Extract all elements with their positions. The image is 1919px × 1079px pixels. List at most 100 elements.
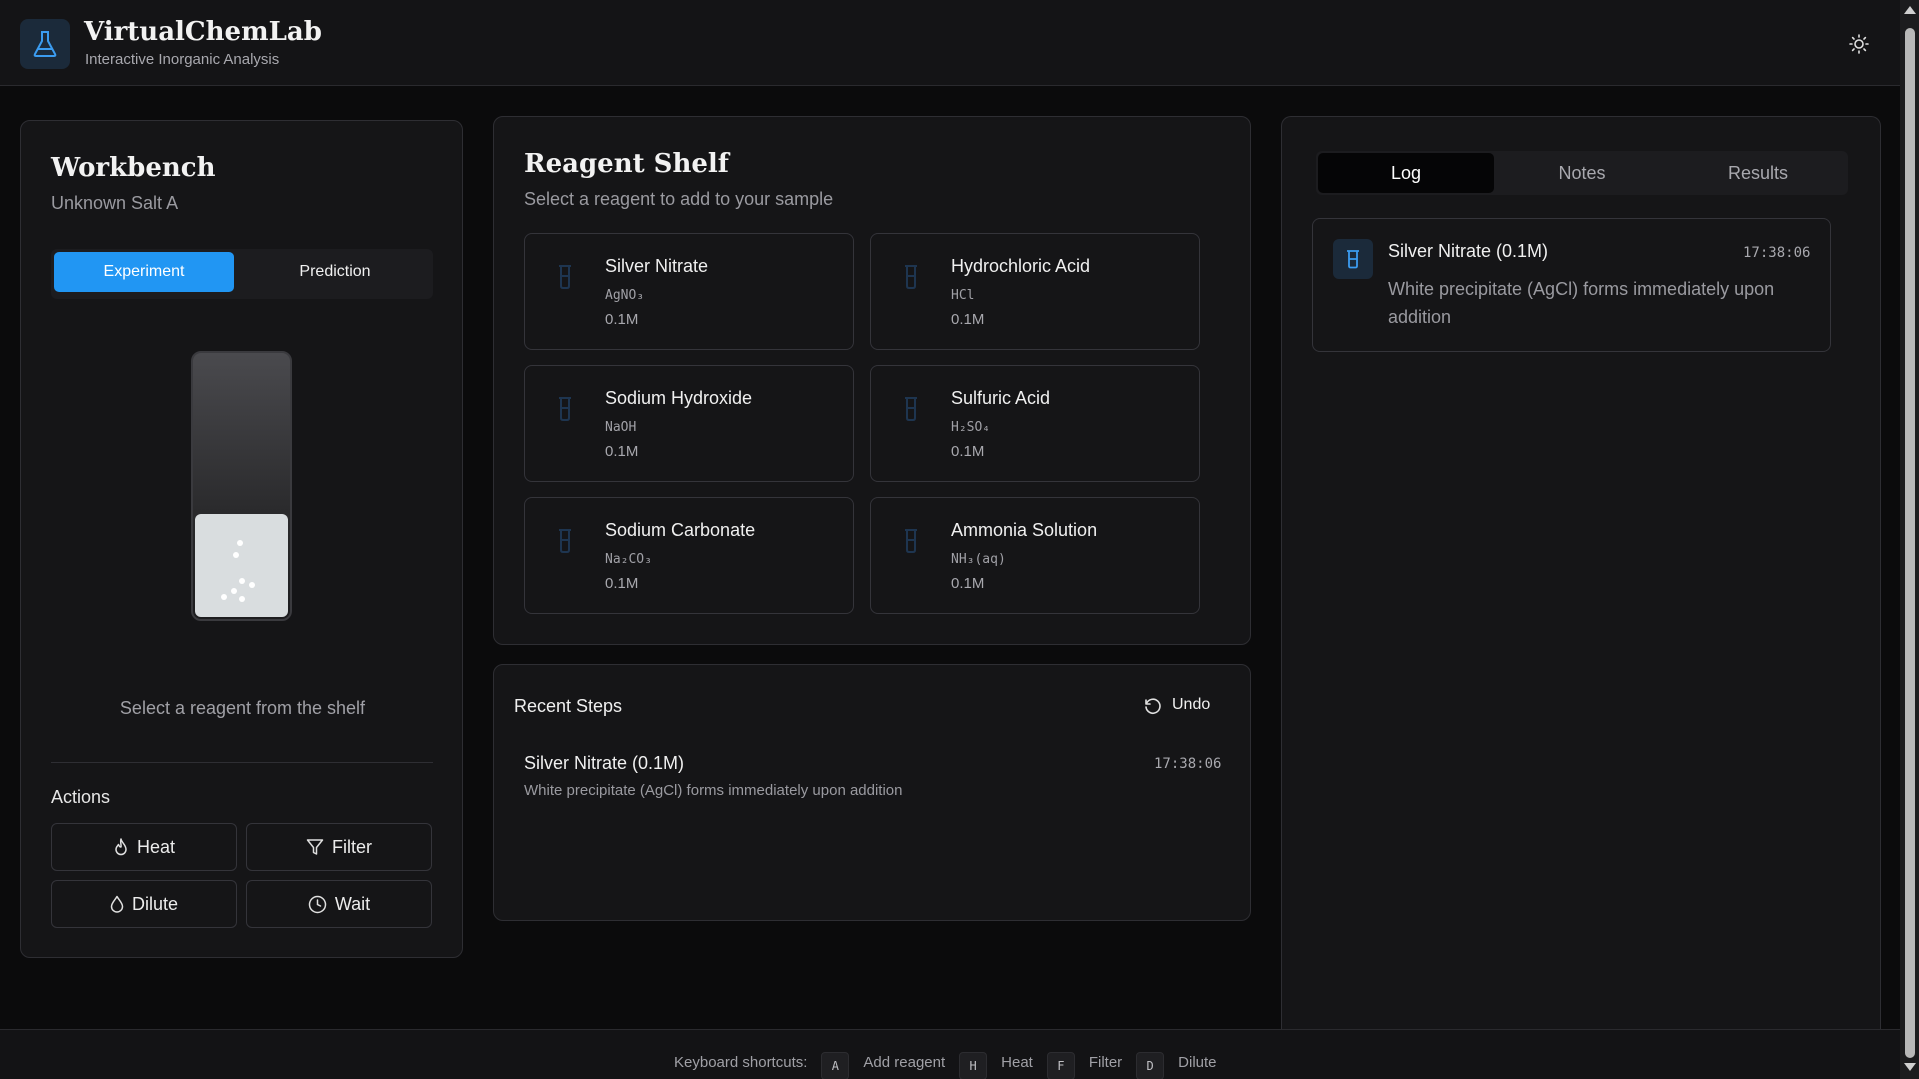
filter-button[interactable]: Filter: [246, 823, 432, 871]
filter-label: Filter: [332, 836, 372, 857]
test-tube-icon: [1333, 239, 1373, 279]
scroll-thumb[interactable]: [1905, 28, 1915, 1058]
reagent-name: Sodium Carbonate: [605, 520, 756, 540]
precipitate-particle: [221, 594, 227, 600]
dilute-label: Dilute: [131, 893, 179, 914]
test-tube-icon: [559, 265, 571, 289]
undo-label: Undo: [1172, 696, 1211, 713]
divider: [51, 762, 433, 763]
reagent-concentration: 0.1M: [605, 311, 639, 328]
log-entry-description: White precipitate (AgCl) forms immediate…: [1388, 279, 1775, 327]
test-tube: [191, 351, 292, 621]
shortcut-key: F: [1046, 1052, 1075, 1079]
test-tube-icon: [905, 265, 917, 289]
precipitate-particle: [233, 552, 239, 558]
heat-label: Heat: [136, 836, 176, 857]
log-entry-name: Silver Nitrate (0.1M): [1388, 241, 1549, 261]
workbench-title: Workbench: [51, 153, 216, 183]
precipitate-particle: [237, 540, 243, 546]
shortcut-action: Heat: [1001, 1053, 1033, 1071]
log-panel: Log Notes Results Silver Nitrate (0.1M) …: [1281, 116, 1881, 1066]
reagent-card-silver-nitrate[interactable]: Silver Nitrate AgNO₃ 0.1M: [524, 233, 854, 350]
reagent-name: Silver Nitrate: [605, 256, 709, 276]
test-tube-icon: [559, 397, 571, 421]
actions-label: Actions: [51, 787, 111, 807]
precipitate-particle: [249, 582, 255, 588]
shortcut-key: D: [1136, 1052, 1165, 1079]
precipitate-particle: [231, 588, 237, 594]
mode-experiment-button[interactable]: Experiment: [54, 252, 234, 292]
reagent-concentration: 0.1M: [951, 443, 985, 460]
scroll-up-arrow[interactable]: [1904, 6, 1916, 14]
reagent-card-sodium-hydroxide[interactable]: Sodium Hydroxide NaOH 0.1M: [524, 365, 854, 482]
reagent-concentration: 0.1M: [951, 311, 985, 328]
app-subtitle: Interactive Inorganic Analysis: [85, 51, 280, 68]
undo-icon: [1145, 698, 1161, 714]
reagent-concentration: 0.1M: [605, 443, 639, 460]
log-tabs: Log Notes Results: [1316, 151, 1848, 195]
flame-icon: [115, 838, 127, 856]
shortcut-label: Keyboard shortcuts:: [674, 1053, 808, 1071]
reagent-card-sulfuric-acid[interactable]: Sulfuric Acid H₂SO₄ 0.1M: [870, 365, 1200, 482]
reagent-card-hydrochloric-acid[interactable]: Hydrochloric Acid HCl 0.1M: [870, 233, 1200, 350]
reagent-name: Ammonia Solution: [951, 520, 1098, 540]
workbench-panel: Workbench Unknown Salt A Experiment Pred…: [20, 120, 463, 958]
test-tube-icon: [559, 529, 571, 553]
test-tube-icon: [905, 529, 917, 553]
shelf-subtitle: Select a reagent to add to your sample: [524, 189, 834, 209]
reagent-name: Sodium Hydroxide: [605, 388, 753, 408]
wait-button[interactable]: Wait: [246, 880, 432, 928]
reagent-formula: AgNO₃: [605, 288, 645, 303]
test-tube-icon: [905, 397, 917, 421]
shortcut-key: H: [959, 1052, 988, 1079]
undo-button[interactable]: Undo: [1142, 695, 1210, 715]
reagent-card-ammonia-solution[interactable]: Ammonia Solution NH₃(aq) 0.1M: [870, 497, 1200, 614]
wait-label: Wait: [334, 893, 371, 914]
step-description: White precipitate (AgCl) forms immediate…: [524, 782, 903, 799]
app-header: VirtualChemLab Interactive Inorganic Ana…: [0, 0, 1900, 86]
tab-results[interactable]: Results: [1670, 153, 1846, 193]
page-scrollbar[interactable]: [1900, 0, 1919, 1079]
shortcut-action: Add reagent: [863, 1053, 946, 1071]
reagent-shelf-panel: Reagent Shelf Select a reagent to add to…: [493, 116, 1251, 645]
droplet-icon: [110, 895, 124, 913]
flask-icon: [20, 19, 70, 69]
step-time: 17:38:06: [1154, 756, 1222, 772]
shortcut-list: Keyboard shortcuts: A Add reagent H Heat…: [674, 1044, 1217, 1079]
shortcut-action: Dilute: [1178, 1053, 1217, 1071]
reagent-formula: Na₂CO₃: [605, 552, 652, 567]
log-entry-time: 17:38:06: [1743, 245, 1811, 261]
precipitate-liquid: [195, 514, 288, 617]
reagent-formula: NaOH: [605, 420, 637, 435]
reagent-concentration: 0.1M: [605, 575, 639, 592]
mode-toggle: Experiment Prediction: [51, 249, 433, 299]
tab-notes[interactable]: Notes: [1494, 153, 1670, 193]
app-title: VirtualChemLab: [84, 17, 322, 47]
reagent-formula: NH₃(aq): [951, 552, 1006, 567]
reagent-name: Hydrochloric Acid: [951, 256, 1091, 276]
precipitate-particle: [239, 596, 245, 602]
shortcut-action: Filter: [1088, 1053, 1123, 1071]
recent-steps-title: Recent Steps: [514, 696, 623, 716]
shortcut-key: A: [821, 1052, 850, 1079]
funnel-icon: [306, 839, 324, 855]
shortcut-footer: Keyboard shortcuts: A Add reagent H Heat…: [0, 1029, 1900, 1079]
sample-name: Unknown Salt A: [51, 193, 179, 213]
reagent-formula: H₂SO₄: [951, 420, 991, 435]
sun-icon[interactable]: [1846, 31, 1872, 57]
scroll-down-arrow[interactable]: [1904, 1063, 1916, 1071]
mode-prediction-button[interactable]: Prediction: [245, 252, 425, 292]
precipitate-particle: [239, 578, 245, 584]
reagent-formula: HCl: [951, 288, 975, 303]
tab-log[interactable]: Log: [1318, 153, 1494, 193]
dilute-button[interactable]: Dilute: [51, 880, 237, 928]
log-entry: Silver Nitrate (0.1M) 17:38:06 White pre…: [1312, 218, 1831, 352]
reagent-name: Sulfuric Acid: [951, 388, 1051, 408]
clock-icon: [308, 895, 327, 913]
shelf-title: Reagent Shelf: [524, 149, 729, 179]
heat-button[interactable]: Heat: [51, 823, 237, 871]
reagent-concentration: 0.1M: [951, 575, 985, 592]
reagent-hint: Select a reagent from the shelf: [119, 698, 366, 718]
reagent-card-sodium-carbonate[interactable]: Sodium Carbonate Na₂CO₃ 0.1M: [524, 497, 854, 614]
recent-steps-panel: Recent Steps Undo Silver Nitrate (0.1M) …: [493, 664, 1251, 921]
